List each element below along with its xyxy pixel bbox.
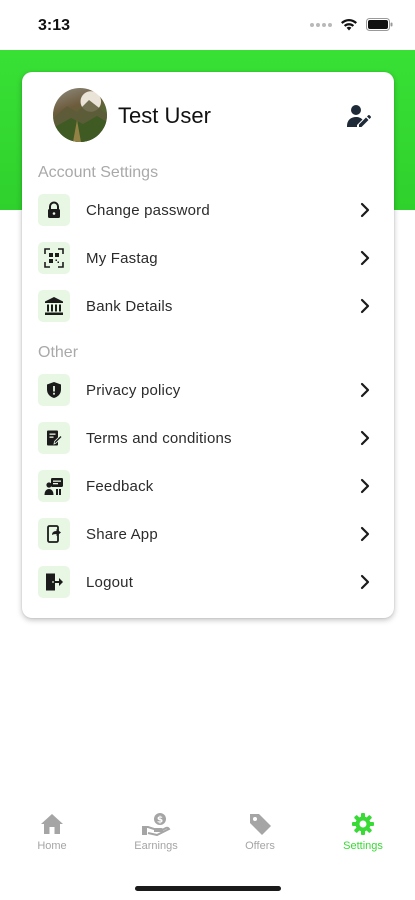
profile-row: Test User (53, 88, 373, 144)
logout-icon (38, 566, 70, 598)
chevron-right-icon (360, 478, 370, 494)
menu-item-feedback[interactable]: Feedback (38, 466, 376, 506)
signal-icon (310, 22, 332, 27)
menu-item-logout[interactable]: Logout (38, 562, 376, 602)
section-title-other: Other (38, 344, 79, 361)
menu-item-share-app[interactable]: Share App (38, 514, 376, 554)
menu-item-bank-details[interactable]: Bank Details (38, 286, 376, 326)
menu-label-terms-and-conditions: Terms and conditions (86, 429, 232, 447)
menu-item-privacy-policy[interactable]: Privacy policy (38, 370, 376, 410)
status-time: 3:13 (38, 17, 71, 34)
qr-scan-icon (38, 242, 70, 274)
nav-label-home: Home (37, 840, 67, 852)
earnings-icon: $ (142, 813, 171, 836)
wifi-icon (341, 19, 357, 31)
avatar[interactable] (53, 88, 107, 142)
menu-item-change-password[interactable]: Change password (38, 190, 376, 230)
chevron-right-icon (360, 298, 370, 314)
menu-label-change-password: Change password (86, 201, 210, 219)
menu-item-terms-and-conditions[interactable]: Terms and conditions (38, 418, 376, 458)
chevron-right-icon (360, 202, 370, 218)
user-name: Test User (118, 103, 211, 128)
battery-icon (366, 18, 393, 31)
chevron-right-icon (360, 574, 370, 590)
nav-item-home[interactable]: Home (7, 812, 97, 852)
chevron-right-icon (360, 250, 370, 266)
section-title-account-settings: Account Settings (38, 164, 159, 181)
shield-icon (38, 374, 70, 406)
document-edit-icon (38, 422, 70, 454)
home-indicator (135, 886, 281, 891)
menu-label-share-app: Share App (86, 525, 158, 543)
tag-icon (250, 814, 271, 835)
menu-label-feedback: Feedback (86, 477, 154, 495)
status-bar: 3:13 (0, 0, 415, 50)
bank-icon (38, 290, 70, 322)
lock-icon (38, 194, 70, 226)
chevron-right-icon (360, 382, 370, 398)
status-icons (310, 18, 393, 31)
menu-item-my-fastag[interactable]: My Fastag (38, 238, 376, 278)
menu-label-privacy-policy: Privacy policy (86, 381, 181, 399)
menu-label-logout: Logout (86, 573, 134, 591)
feedback-icon (38, 470, 70, 502)
home-icon (41, 814, 63, 834)
nav-label-earnings: Earnings (134, 840, 178, 852)
settings-card: Test User Account Settings Change passwo… (22, 72, 394, 618)
nav-item-settings[interactable]: Settings (318, 812, 408, 852)
gear-icon (352, 813, 374, 835)
svg-text:$: $ (157, 816, 163, 826)
chevron-right-icon (360, 430, 370, 446)
nav-label-offers: Offers (245, 840, 275, 852)
share-phone-icon (38, 518, 70, 550)
menu-label-my-fastag: My Fastag (86, 249, 158, 267)
edit-profile-icon[interactable] (345, 102, 373, 130)
nav-item-offers[interactable]: Offers (215, 812, 305, 852)
nav-label-settings: Settings (343, 840, 383, 852)
bottom-nav: Home $ Earnings Offers Settings (0, 812, 415, 872)
nav-item-earnings[interactable]: $ Earnings (111, 812, 201, 852)
chevron-right-icon (360, 526, 370, 542)
menu-label-bank-details: Bank Details (86, 297, 173, 315)
